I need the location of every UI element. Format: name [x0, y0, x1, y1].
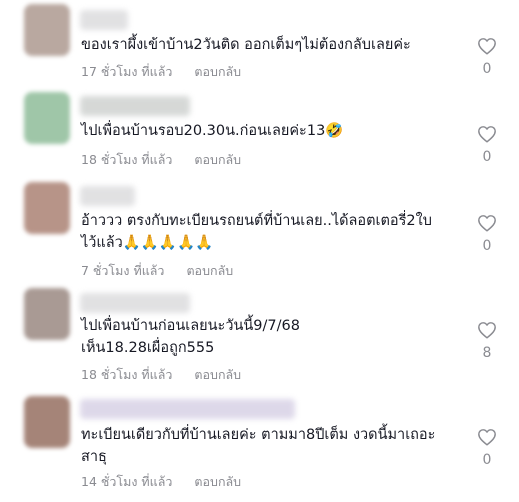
- comment-time: 17 ชั่วโมง ที่แล้ว: [81, 64, 173, 79]
- comment-time: 14 ชั่วโมง ที่แล้ว: [81, 474, 173, 489]
- comment-text: ของเราผึ้งเข้าบ้าน2วันติด ออกเต็มๆไม่ต้อ…: [81, 37, 411, 53]
- comment-text: ไปเพื่อนบ้านก่อนเลยนะวันนี้9/7/68 เห็น18…: [81, 318, 300, 356]
- comment-time: 18 ชั่วโมง ที่แล้ว: [81, 152, 173, 167]
- username[interactable]: [80, 293, 190, 313]
- like-count: 0: [482, 238, 492, 254]
- username[interactable]: [80, 186, 135, 206]
- like-count: 0: [482, 61, 492, 77]
- like-button[interactable]: 8: [471, 321, 503, 361]
- comment-item: ของเราผึ้งเข้าบ้าน2วันติด ออกเต็มๆไม่ต้อ…: [0, 0, 519, 100]
- comment-time: 7 ชั่วโมง ที่แล้ว: [81, 263, 165, 278]
- comment-meta: 17 ชั่วโมง ที่แล้ว ตอบกลับ: [81, 62, 241, 82]
- like-button[interactable]: 0: [471, 428, 503, 468]
- avatar[interactable]: [24, 92, 70, 144]
- avatar[interactable]: [24, 182, 70, 234]
- comment-text: ไปเพื่อนบ้านรอบ20.30น.ก่อนเลยค่ะ13🤣: [81, 123, 344, 139]
- comment-meta: 14 ชั่วโมง ที่แล้ว ตอบกลับ: [81, 472, 241, 492]
- comment-text: ทะเบียนเดียวกับที่บ้านเลยค่ะ ตามมา8ปีเต็…: [81, 427, 436, 465]
- comment-meta: 18 ชั่วโมง ที่แล้ว ตอบกลับ: [81, 365, 241, 385]
- comment-item: ไปเพื่อนบ้านก่อนเลยนะวันนี้9/7/68 เห็น18…: [0, 286, 519, 396]
- comment-time: 18 ชั่วโมง ที่แล้ว: [81, 367, 173, 382]
- reply-button[interactable]: ตอบกลับ: [194, 365, 241, 385]
- comment-meta: 18 ชั่วโมง ที่แล้ว ตอบกลับ: [81, 150, 241, 170]
- heart-icon: [478, 322, 496, 339]
- username[interactable]: [80, 10, 128, 30]
- username[interactable]: [80, 96, 190, 116]
- username[interactable]: [80, 399, 295, 419]
- reply-button[interactable]: ตอบกลับ: [194, 472, 241, 492]
- avatar[interactable]: [24, 396, 70, 448]
- comment-meta: 7 ชั่วโมง ที่แล้ว ตอบกลับ: [81, 261, 233, 281]
- like-button[interactable]: 0: [471, 125, 503, 165]
- comment-item: ไปเพื่อนบ้านรอบ20.30น.ก่อนเลยค่ะ13🤣 18 ช…: [0, 88, 519, 188]
- heart-icon: [478, 126, 496, 143]
- reply-button[interactable]: ตอบกลับ: [194, 150, 241, 170]
- like-count: 8: [482, 345, 492, 361]
- heart-icon: [478, 38, 496, 55]
- reply-button[interactable]: ตอบกลับ: [194, 62, 241, 82]
- avatar[interactable]: [24, 288, 70, 340]
- heart-icon: [478, 429, 496, 446]
- like-count: 0: [482, 149, 492, 165]
- like-button[interactable]: 0: [471, 37, 503, 77]
- like-count: 0: [482, 452, 492, 468]
- avatar[interactable]: [24, 4, 70, 56]
- reply-button[interactable]: ตอบกลับ: [186, 261, 233, 281]
- comment-text: อ้าววว ตรงกับทะเบียนรถยนต์ที่บ้านเลย..ได…: [81, 213, 432, 251]
- like-button[interactable]: 0: [471, 214, 503, 254]
- heart-icon: [478, 215, 496, 232]
- comment-item: อ้าววว ตรงกับทะเบียนรถยนต์ที่บ้านเลย..ได…: [0, 178, 519, 288]
- comment-list: ของเราผึ้งเข้าบ้าน2วันติด ออกเต็มๆไม่ต้อ…: [0, 0, 519, 502]
- comment-item: ทะเบียนเดียวกับที่บ้านเลยค่ะ ตามมา8ปีเต็…: [0, 392, 519, 502]
